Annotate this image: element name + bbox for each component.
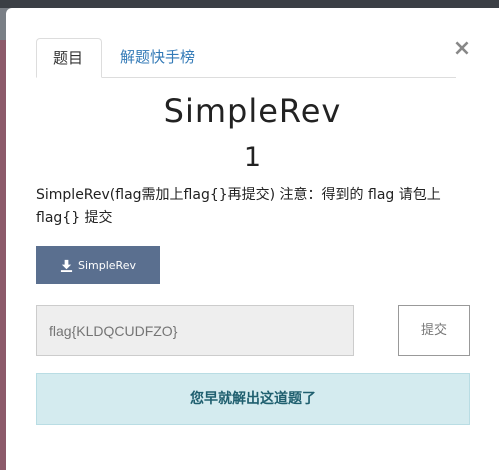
solved-status-banner: 您早就解出这道题了 <box>36 373 470 425</box>
challenge-description: SimpleRev(flag需加上flag{}再提交) 注意：得到的 flag … <box>36 187 441 226</box>
challenge-points: 1 <box>243 142 262 173</box>
submit-button[interactable]: 提交 <box>398 305 470 356</box>
close-icon[interactable]: × <box>452 38 472 60</box>
download-attachment-button[interactable]: SimpleRev <box>36 246 160 284</box>
flag-input[interactable] <box>36 305 354 356</box>
tab-challenge[interactable]: 题目 <box>36 38 102 78</box>
tab-solvers-ranking[interactable]: 解题快手榜 <box>104 38 211 76</box>
background-page-strip <box>0 0 499 8</box>
challenge-modal: 题目 解题快手榜 × SimpleRev 1 SimpleRev(flag需加上… <box>6 8 499 470</box>
modal-tabs: 题目 解题快手榜 <box>36 38 456 78</box>
challenge-title: SimpleRev <box>163 92 342 130</box>
download-icon <box>60 259 73 272</box>
download-button-label: SimpleRev <box>78 258 136 272</box>
